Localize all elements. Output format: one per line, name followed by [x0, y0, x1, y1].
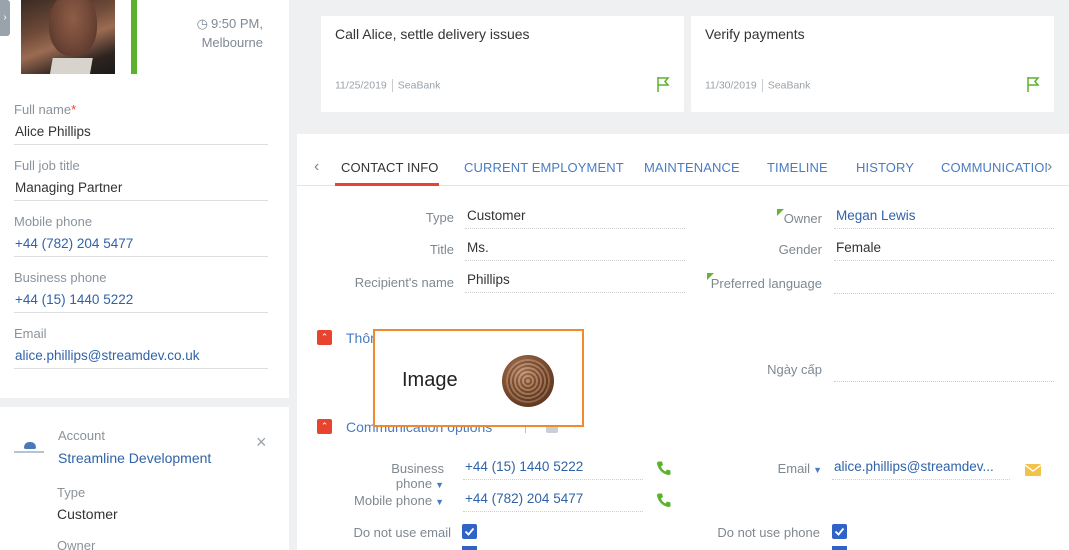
job-title-field[interactable]: Full job title Managing Partner: [14, 158, 268, 201]
active-tab-indicator: [335, 183, 439, 186]
owner-label: Owner: [783, 211, 822, 226]
job-title-label: Full job title: [14, 158, 80, 173]
account-label: Account: [58, 428, 105, 443]
job-title-value[interactable]: Managing Partner: [14, 176, 268, 200]
do-not-use-phone-checkbox[interactable]: [832, 524, 847, 539]
title-label: Title: [429, 242, 454, 257]
account-logo-icon: [14, 440, 44, 456]
image-placeholder[interactable]: Image: [373, 329, 584, 427]
call-phone-icon[interactable]: [656, 460, 672, 476]
image-label: Image: [402, 369, 458, 391]
next-checkbox-edge: [462, 546, 477, 550]
comm-mobile-phone-link[interactable]: +44 (782) 204 5477: [463, 488, 643, 512]
tab-communication[interactable]: COMMUNICATION: [941, 160, 1047, 175]
mobile-phone-type-dropdown[interactable]: Mobile phone ▼: [340, 493, 444, 508]
remove-account-close-icon[interactable]: ×: [256, 433, 267, 451]
type-label: Type: [425, 210, 454, 225]
tabs-scroll-left-icon[interactable]: ‹: [314, 158, 319, 176]
comm-email-link[interactable]: alice.phillips@streamdev...: [832, 456, 1010, 480]
mobile-phone-link[interactable]: +44 (782) 204 5477: [14, 232, 268, 256]
photo-face: [49, 0, 97, 56]
gender-label: Gender: [778, 242, 822, 257]
required-mark: *: [71, 102, 77, 117]
email-type-dropdown[interactable]: Email ▼: [760, 461, 822, 476]
preferred-language-label: Preferred language: [710, 276, 822, 291]
task-meta: 11/25/2019 SeaBank: [335, 79, 440, 92]
recipient-name-value[interactable]: Phillips: [465, 269, 685, 293]
clock-icon: ◷: [196, 16, 208, 31]
title-value[interactable]: Ms.: [465, 237, 685, 261]
comm-business-phone-link[interactable]: +44 (15) 1440 5222: [463, 456, 643, 480]
account-panel: Account Streamline Development × Type Cu…: [0, 407, 289, 550]
account-owner-label: Owner: [57, 538, 96, 550]
issue-date-value[interactable]: [834, 358, 1054, 382]
tab-timeline[interactable]: TIMELINE: [767, 160, 828, 175]
recipient-name-label: Recipient's name: [354, 275, 454, 290]
task-source: SeaBank: [397, 79, 441, 92]
collapse-panel-button[interactable]: ›: [0, 0, 10, 36]
full-name-field[interactable]: Full name* Alice Phillips: [14, 102, 268, 145]
do-not-use-email-label: Do not use email: [353, 525, 451, 540]
call-phone-icon[interactable]: [656, 492, 672, 508]
contact-profile-panel: › ◷ 9:50 PM, Melbourne Full name* Alice P…: [0, 0, 289, 398]
flag-icon[interactable]: [656, 76, 670, 93]
collapse-section-icon[interactable]: ⌃: [317, 330, 332, 345]
issue-date-label: Ngày cấp: [767, 362, 822, 377]
email-link[interactable]: alice.phillips@streamdev.co.uk: [14, 344, 268, 368]
tab-history[interactable]: HISTORY: [856, 160, 914, 175]
type-value[interactable]: Customer: [465, 205, 685, 229]
tabs-scroll-right-icon[interactable]: ›: [1047, 158, 1052, 176]
do-not-use-email-checkbox[interactable]: [462, 524, 477, 539]
task-card[interactable]: Call Alice, settle delivery issues 11/25…: [321, 16, 684, 112]
time-value: 9:50 PM,: [210, 16, 263, 31]
image-thumbnail: [502, 355, 554, 407]
gender-value[interactable]: Female: [834, 237, 1054, 261]
task-card[interactable]: Verify payments 11/30/2019 SeaBank: [691, 16, 1054, 112]
account-link[interactable]: Streamline Development: [58, 450, 211, 466]
business-phone-link[interactable]: +44 (15) 1440 5222: [14, 288, 268, 312]
tab-bar: ‹ CONTACT INFO CURRENT EMPLOYMENT MAINTE…: [297, 134, 1069, 186]
do-not-use-phone-label: Do not use phone: [717, 525, 820, 540]
contact-photo[interactable]: [21, 0, 115, 74]
local-time: ◷ 9:50 PM, Melbourne: [143, 14, 263, 52]
business-phone-field[interactable]: Business phone +44 (15) 1440 5222: [14, 270, 268, 313]
task-title[interactable]: Call Alice, settle delivery issues: [335, 26, 530, 42]
time-city: Melbourne: [201, 35, 263, 50]
tab-communication-clip: COMMUNICATION: [941, 134, 1047, 185]
task-meta: 11/30/2019 SeaBank: [705, 79, 810, 92]
full-name-label: Full name*: [14, 102, 77, 117]
task-title[interactable]: Verify payments: [705, 26, 805, 42]
preferred-language-value[interactable]: [834, 270, 1054, 294]
mobile-phone-field[interactable]: Mobile phone +44 (782) 204 5477: [14, 214, 268, 257]
full-name-value[interactable]: Alice Phillips: [14, 120, 268, 144]
owner-link[interactable]: Megan Lewis: [834, 205, 1054, 229]
task-date: 11/30/2019: [705, 79, 757, 92]
flag-icon[interactable]: [1026, 76, 1040, 93]
send-email-icon[interactable]: [1025, 462, 1041, 478]
account-type-value: Customer: [57, 506, 118, 522]
status-indicator: [131, 0, 137, 74]
mobile-phone-label: Mobile phone: [14, 214, 93, 229]
task-source: SeaBank: [767, 79, 811, 92]
tab-maintenance[interactable]: MAINTENANCE: [644, 160, 740, 175]
tab-current-employment[interactable]: CURRENT EMPLOYMENT: [464, 160, 624, 175]
account-type-label: Type: [57, 485, 86, 500]
business-phone-label: Business phone: [14, 270, 107, 285]
tab-contact-info[interactable]: CONTACT INFO: [341, 160, 439, 175]
task-date: 11/25/2019: [335, 79, 387, 92]
next-checkbox-edge: [832, 546, 847, 550]
email-label: Email: [14, 326, 47, 341]
collapse-section-icon[interactable]: ⌃: [317, 419, 332, 434]
photo-collar: [49, 58, 93, 74]
business-phone-type-dropdown[interactable]: Business phone ▼: [340, 461, 444, 491]
email-field[interactable]: Email alice.phillips@streamdev.co.uk: [14, 326, 268, 369]
